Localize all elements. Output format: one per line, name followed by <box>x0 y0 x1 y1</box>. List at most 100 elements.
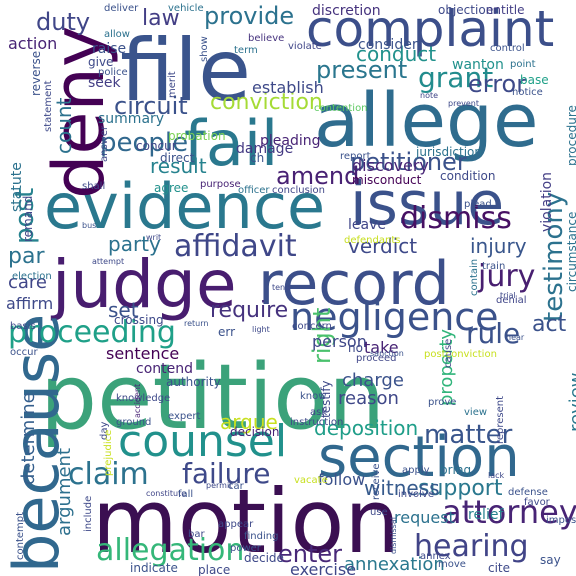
word-instruction: instruction <box>290 417 344 428</box>
word-plead: plead <box>464 199 492 210</box>
word-answer: answer <box>99 125 110 162</box>
word-finding: finding <box>244 531 279 542</box>
word-sanction: sanction <box>370 349 404 358</box>
word-cloud: petition motion judge file allege record… <box>0 0 576 576</box>
word-relief: relief <box>468 507 504 523</box>
word-move: move <box>438 559 466 570</box>
word-agree: agree <box>154 181 189 195</box>
word-raise: raise <box>92 41 127 57</box>
word-light: light <box>252 325 270 334</box>
word-prevent: prevent <box>448 99 479 108</box>
word-no: no <box>348 341 363 355</box>
word-bar: bar <box>188 529 205 540</box>
word-knowledge: knowledge <box>116 393 171 404</box>
word-indicate: indicate <box>130 561 178 575</box>
word-point: point <box>510 59 536 70</box>
word-deliver: deliver <box>104 3 139 14</box>
word-prove: prove <box>428 397 457 408</box>
word-par: par <box>8 244 45 269</box>
word-contain: contain <box>469 258 480 296</box>
word-statute: statute <box>9 162 25 212</box>
word-reason: reason <box>338 388 399 409</box>
word-impose: impose <box>546 515 576 526</box>
word-defendants: defendants <box>344 235 401 246</box>
word-provide: provide <box>204 2 295 30</box>
word-count: count <box>52 97 76 154</box>
word-probation: probation <box>168 129 226 143</box>
word-argument: argument <box>54 447 75 536</box>
word-term: term <box>234 45 258 56</box>
word-merit: merit <box>167 71 178 98</box>
word-represent: represent <box>495 395 506 444</box>
word-exercise: exercise <box>290 560 357 576</box>
word-entitle: entitle <box>486 3 525 17</box>
word-expert: expert <box>168 411 201 422</box>
word-authority: authority <box>166 375 221 389</box>
word-bring: bring <box>440 463 472 477</box>
word-establish: establish <box>252 78 324 97</box>
word-occur: occur <box>10 347 38 358</box>
word-receive: receive <box>371 463 382 500</box>
word-favor: favor <box>524 497 550 508</box>
word-allow: allow <box>104 29 130 40</box>
word-seek: seek <box>88 75 121 91</box>
word-believe: believe <box>248 33 285 44</box>
word-basis: basis <box>10 321 36 332</box>
word-decide: decide <box>244 551 284 565</box>
word-appear: appear <box>218 519 254 530</box>
word-base: base <box>520 73 549 87</box>
word-officer: officer <box>238 185 270 196</box>
word-objection: objection <box>438 3 494 17</box>
word-train: train <box>482 261 506 272</box>
word-police: police <box>98 67 128 78</box>
word-apply: apply <box>402 465 430 476</box>
word-contention: contention <box>314 103 368 114</box>
word-use: use <box>370 507 388 518</box>
word-purpose: purpose <box>200 179 241 190</box>
word-contempt: contempt <box>15 511 26 560</box>
word-summary: summary <box>98 111 165 127</box>
word-violate: violate <box>288 41 322 52</box>
word-dismissal: dismissal <box>389 517 398 554</box>
word-prejudice: prejudice <box>103 429 114 476</box>
word-postconviction: postconviction <box>424 349 497 360</box>
word-cite: cite <box>488 561 511 575</box>
word-control: control <box>490 43 525 54</box>
word-leave: leave <box>348 217 386 233</box>
word-bus: bus <box>82 221 97 230</box>
word-discretion: discretion <box>312 3 381 19</box>
word-affirm: affirm <box>6 294 54 313</box>
word-know: know <box>300 391 327 402</box>
word-review: review <box>566 372 576 432</box>
word-statement: statement <box>43 80 54 132</box>
word-wanton: wanton <box>452 57 504 73</box>
word-cause: cause <box>443 338 454 368</box>
word-duty: duty <box>36 8 91 36</box>
word-decision: decision <box>230 425 280 439</box>
word-affidavit: affidavit <box>174 229 297 264</box>
word-note: note <box>420 91 439 100</box>
word-sentence: sentence <box>106 344 180 363</box>
word-election: election <box>12 271 52 282</box>
word-crossing: crossing <box>114 313 164 327</box>
word-view: view <box>464 407 488 418</box>
word-shall: shall <box>82 181 106 192</box>
word-trial: trial <box>500 291 516 300</box>
word-vacate: vacate <box>294 475 328 486</box>
word-direct: direct <box>160 151 195 165</box>
word-require: require <box>210 298 289 323</box>
word-act: act <box>532 312 567 337</box>
word-ground: ground <box>116 417 152 428</box>
word-concern: concern <box>292 321 332 332</box>
word-condition: condition <box>440 169 496 183</box>
word-pleading: pleading <box>260 133 321 149</box>
word-err: err <box>218 325 236 339</box>
word-jurisdiction: jurisdiction <box>416 145 482 159</box>
word-vehicle: vehicle <box>168 3 204 14</box>
word-procedure: procedure <box>565 105 576 166</box>
word-reverse: reverse <box>29 50 43 96</box>
word-conclusion: conclusion <box>272 185 326 196</box>
word-attempt: attempt <box>92 257 125 266</box>
word-lack: lack <box>488 471 505 480</box>
word-fall: fall <box>178 489 194 500</box>
